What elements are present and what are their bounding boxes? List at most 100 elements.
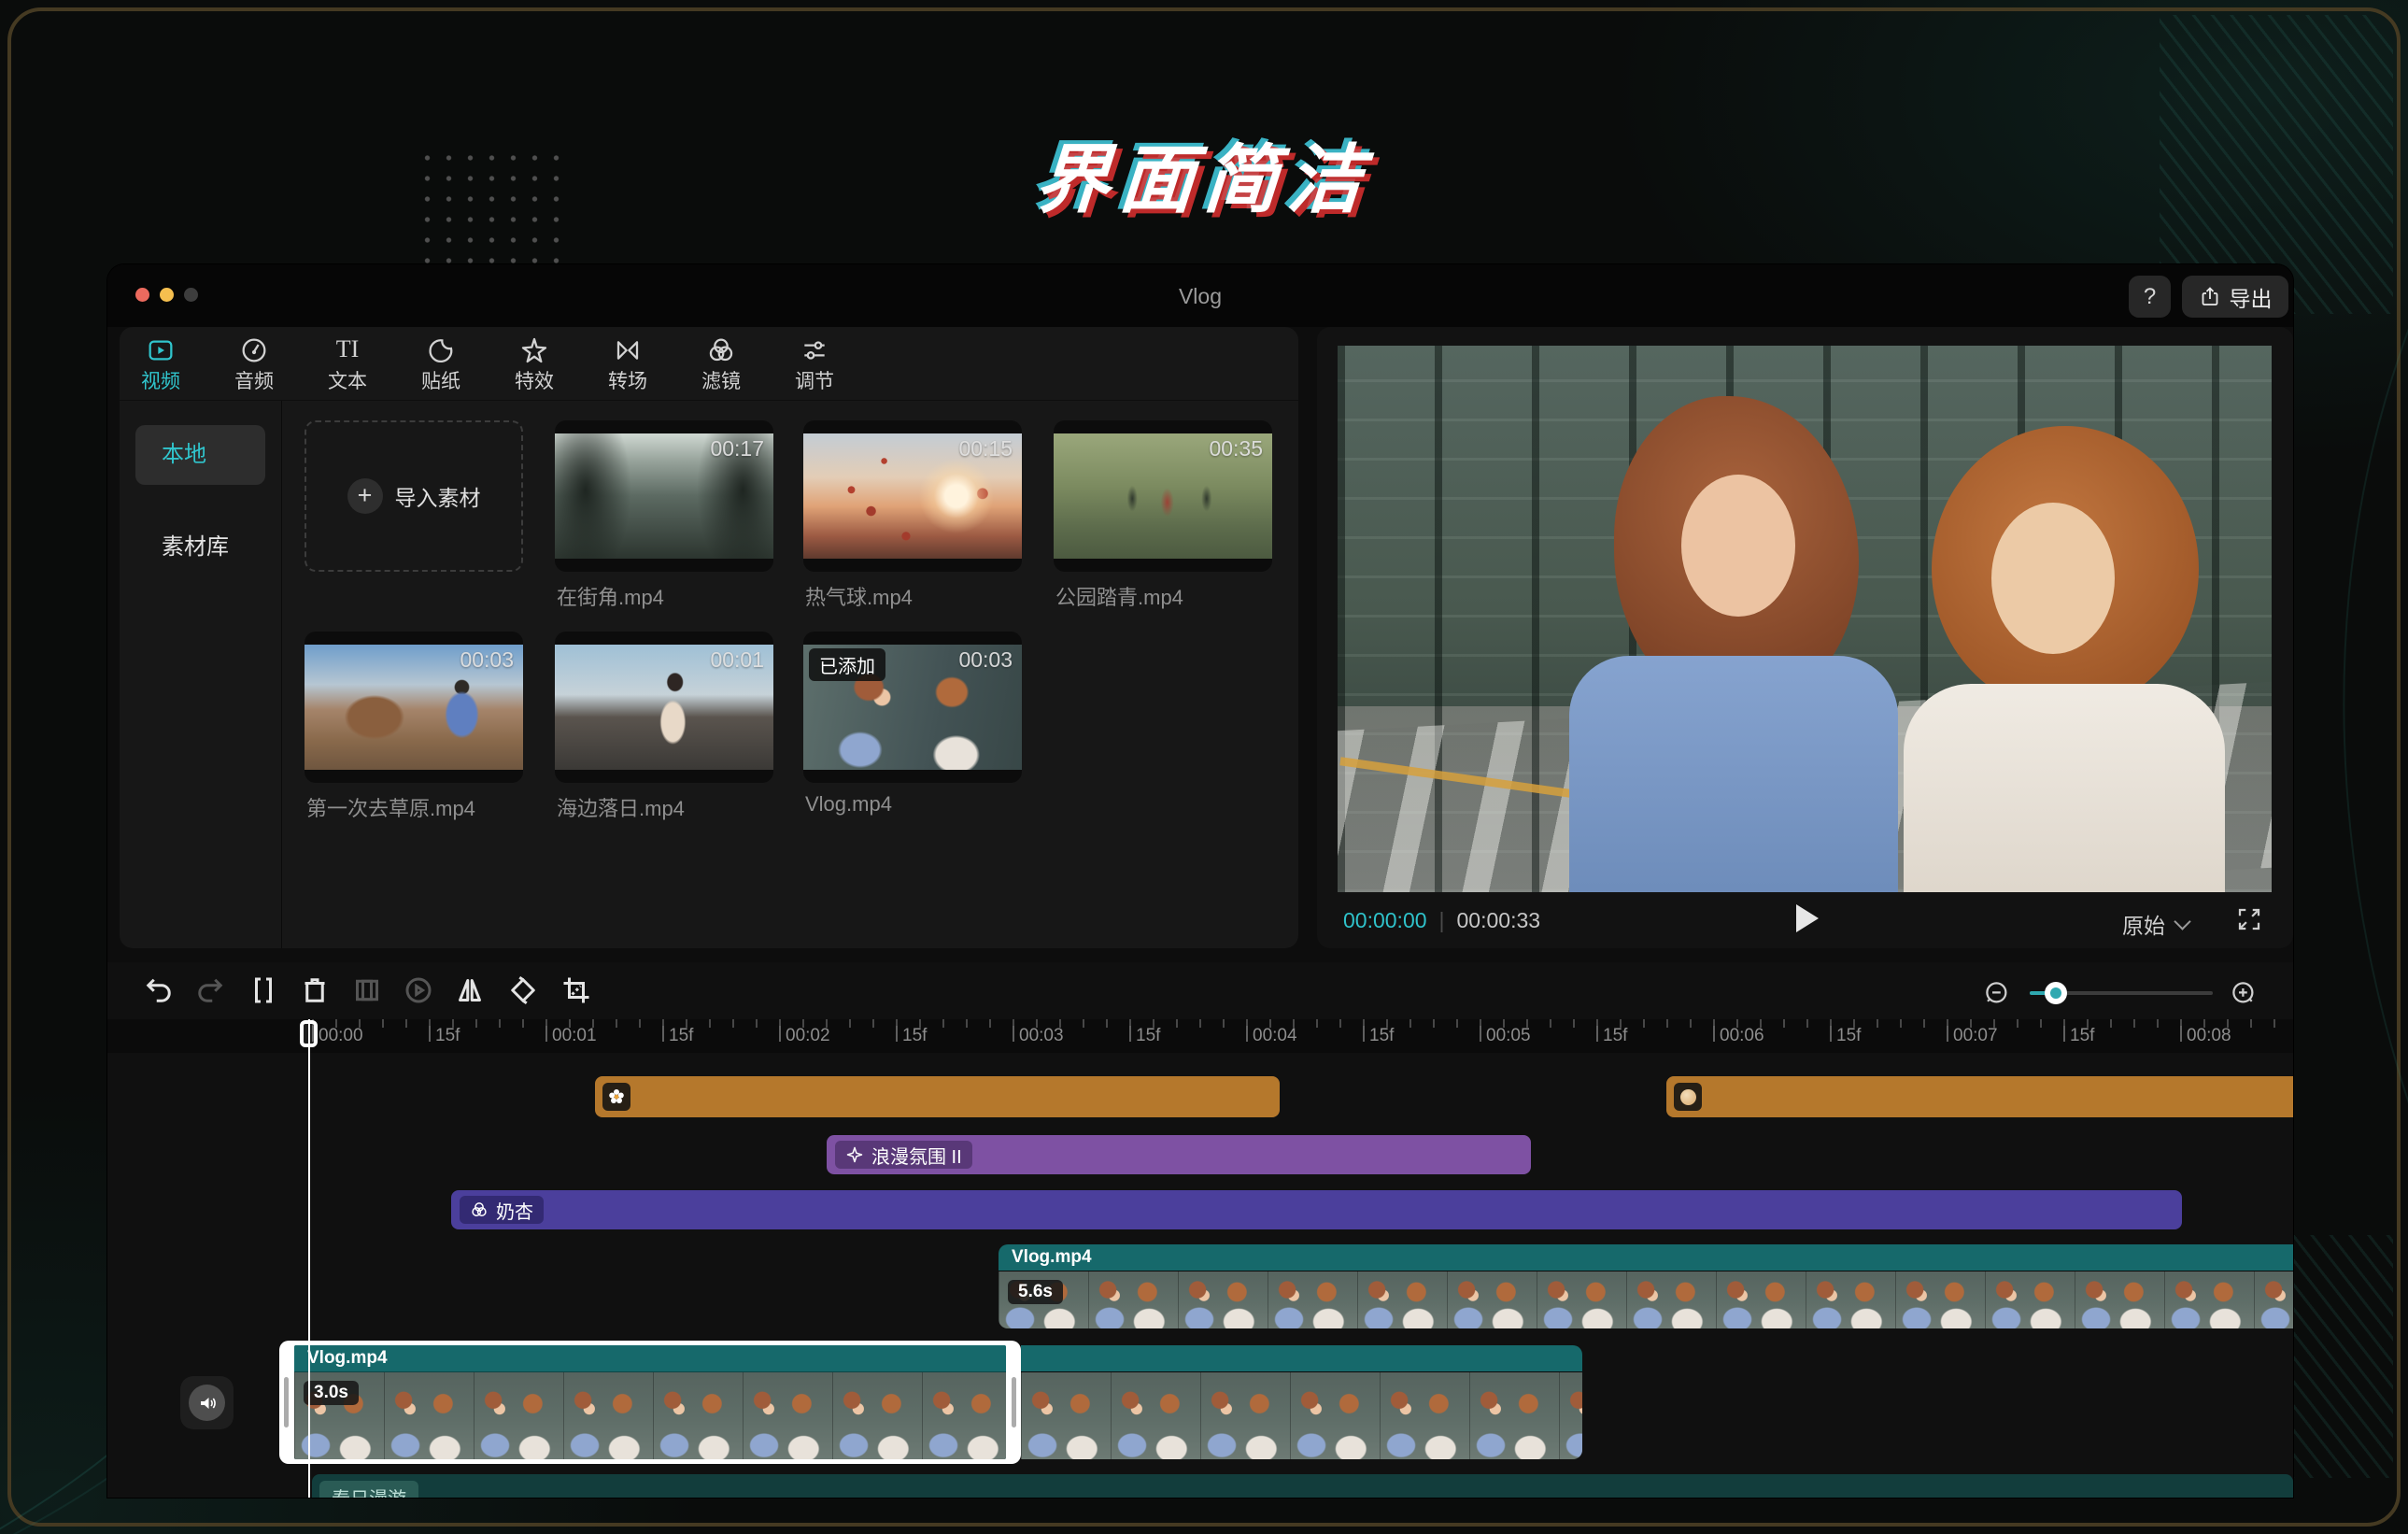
preview-controls: 00:00:00 | 00:00:33 原始 [1317, 892, 2293, 948]
ruler-label: 15f [1829, 1026, 1862, 1045]
tab-filter[interactable]: 滤镜 [673, 335, 770, 397]
play-button[interactable] [1795, 904, 1819, 932]
duration-badge: 00:35 [1209, 436, 1263, 461]
filter-clip[interactable]: 奶杏 [451, 1190, 2182, 1229]
ruler-label: 00:03 [1013, 1026, 1064, 1045]
added-badge: 已添加 [809, 648, 885, 681]
sparkle-icon [845, 1145, 864, 1164]
tab-transition[interactable]: 转场 [579, 335, 676, 397]
scale-selector[interactable]: 原始 [2122, 908, 2191, 940]
ruler-label: 00:01 [545, 1026, 597, 1045]
filter-label: 奶杏 [496, 1201, 533, 1223]
person-right-sweater [1904, 684, 2225, 892]
video-clip-selected[interactable]: Vlog.mp4 3.0s [279, 1341, 1021, 1464]
playhead-line[interactable] [308, 1019, 310, 1498]
ruler-label: 00:06 [1713, 1026, 1764, 1045]
redo-button[interactable] [193, 973, 229, 1009]
bottom-track-clip[interactable]: 春日漫游 [312, 1474, 2293, 1498]
tab-sticker[interactable]: 贴纸 [392, 335, 489, 397]
thumbnail: 00:17 [555, 433, 773, 559]
editor-window: Vlog ? 导出 视频 音频 TI 文本 贴纸 特效 转场 滤镜 调节 本地 … [107, 264, 2293, 1498]
import-media-tile[interactable]: + 导入素材 [305, 420, 523, 572]
time-display: 00:00:00 | 00:00:33 [1343, 908, 1540, 933]
ruler-label: 15f [895, 1026, 928, 1045]
tab-label: 音频 [234, 371, 274, 392]
window-title: Vlog [1178, 284, 1223, 308]
timeline-zoom-slider[interactable] [2030, 982, 2213, 1004]
export-label: 导出 [2229, 286, 2273, 311]
export-button[interactable]: 导出 [2182, 276, 2288, 318]
sidebar-item-library[interactable]: 素材库 [162, 528, 229, 561]
thumbnail: 00:15 [803, 433, 1022, 559]
sidebar-item-local[interactable]: 本地 [135, 425, 265, 485]
slider-thumb[interactable] [2045, 982, 2067, 1004]
media-panel: 视频 音频 TI 文本 贴纸 特效 转场 滤镜 调节 本地 素材库 + 导入素材… [120, 327, 1298, 948]
zoom-out-icon[interactable] [1983, 979, 2011, 1007]
tab-label: 视频 [141, 371, 180, 392]
filmstrip [294, 1371, 1006, 1459]
mirror-button[interactable] [453, 973, 489, 1009]
freeze-frame-button[interactable] [350, 973, 386, 1009]
media-card-park[interactable]: 00:35 公园踏青.mp4 [1054, 420, 1272, 609]
trim-handle-right[interactable] [1012, 1377, 1016, 1427]
crop-button[interactable] [560, 973, 595, 1009]
bottom-track-label: 春日漫游 [319, 1481, 418, 1498]
import-label: 导入素材 [394, 486, 481, 510]
media-name: 热气球.mp4 [805, 586, 913, 609]
tabbar: 视频 音频 TI 文本 贴纸 特效 转场 滤镜 调节 [120, 327, 1298, 401]
filmstrip [1021, 1371, 1582, 1459]
ruler-label: 15f [428, 1026, 460, 1045]
speaker-icon [189, 1385, 225, 1421]
timeline-panel: 00:00 15f 00:01 15f 00:02 15f 00:03 15f 00:04 15f… [107, 962, 2293, 1498]
media-card-grassland[interactable]: 00:03 第一次去草原.mp4 [305, 632, 523, 820]
tab-adjust[interactable]: 调节 [766, 335, 863, 397]
star-icon [486, 335, 583, 365]
mute-track-button[interactable] [180, 1376, 234, 1429]
video-clip-continuation[interactable] [1021, 1345, 1582, 1459]
tab-audio[interactable]: 音频 [205, 335, 303, 397]
media-card-sunset[interactable]: 00:01 海边落日.mp4 [555, 632, 773, 820]
current-time: 00:00:00 [1343, 908, 1427, 932]
fullscreen-button[interactable] [2235, 905, 2263, 933]
media-card-vlog[interactable]: 已添加 00:03 Vlog.mp4 [803, 632, 1022, 816]
time-separator: | [1438, 908, 1445, 932]
clip-name: Vlog.mp4 [294, 1345, 1006, 1371]
video-clip-top[interactable]: Vlog.mp4 5.6s [999, 1244, 2293, 1328]
ruler-label: 00:04 [1246, 1026, 1297, 1045]
effect-clip[interactable]: 浪漫氛围 II [827, 1135, 1531, 1174]
delete-button[interactable] [298, 973, 333, 1009]
tab-label: 调节 [795, 371, 834, 392]
help-button[interactable]: ? [2129, 276, 2171, 318]
media-card-balloon[interactable]: 00:15 热气球.mp4 [803, 420, 1022, 609]
thumbnail: 00:01 [555, 645, 773, 770]
playhead-handle[interactable] [300, 1020, 318, 1047]
zoom-in-icon[interactable] [2230, 979, 2258, 1007]
sticker-clip-2[interactable] [1666, 1076, 2293, 1117]
filter-icon [673, 335, 770, 365]
ruler-label: 15f [1595, 1026, 1628, 1045]
media-card-street[interactable]: 00:17 在街角.mp4 [555, 420, 773, 609]
rotate-button[interactable] [506, 973, 542, 1009]
effect-chip: 浪漫氛围 II [835, 1141, 972, 1169]
split-button[interactable] [247, 973, 282, 1009]
clip-name: Vlog.mp4 [999, 1244, 2293, 1271]
timeline-ruler[interactable]: 00:00 15f 00:01 15f 00:02 15f 00:03 15f 00:04 15f… [107, 1019, 2293, 1053]
chevron-down-icon [2174, 913, 2191, 930]
duration-badge: 00:03 [958, 647, 1013, 672]
person-right-face [1991, 503, 2115, 654]
tab-video[interactable]: 视频 [120, 335, 209, 397]
tab-label: 特效 [515, 371, 554, 392]
trim-handle-left[interactable] [284, 1377, 289, 1427]
reverse-button[interactable] [402, 973, 437, 1009]
transition-icon [579, 335, 676, 365]
tab-text[interactable]: TI 文本 [299, 335, 396, 397]
undo-button[interactable] [142, 973, 177, 1009]
sticker-clip-1[interactable] [595, 1076, 1280, 1117]
duration-badge: 00:17 [710, 436, 764, 461]
sticker-icon [392, 335, 489, 365]
tab-label: 滤镜 [701, 371, 741, 392]
ruler-label: 00:08 [2180, 1026, 2231, 1045]
audio-icon [205, 335, 303, 365]
tab-effects[interactable]: 特效 [486, 335, 583, 397]
duration-badge: 00:03 [460, 647, 514, 672]
